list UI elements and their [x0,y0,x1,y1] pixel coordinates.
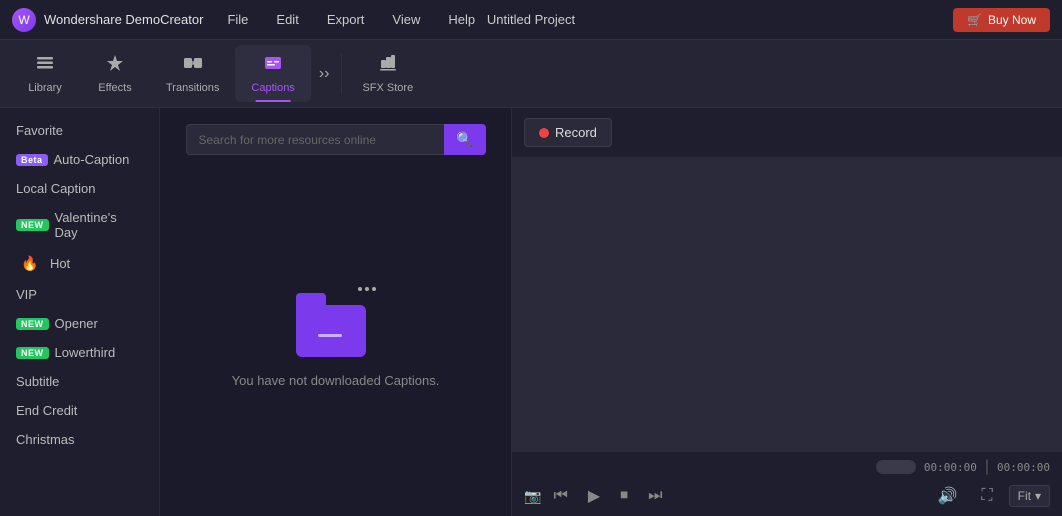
app-logo: W Wondershare DemoCreator [12,8,203,32]
empty-state-message: You have not downloaded Captions. [232,373,440,388]
controls-row: 📷 ⏮ ▶ ⏹ ⏭ 🔊 ⛶ Fit ▾ [524,482,1050,510]
sidebar-item-subtitle[interactable]: Subtitle [0,367,159,396]
vip-label: VIP [16,287,37,302]
time-total: 00:00:00 [997,461,1050,474]
menu-bar: W Wondershare DemoCreator File Edit Expo… [0,0,1062,40]
search-button[interactable]: 🔍 [444,124,485,155]
effects-icon [105,53,125,78]
sidebar-item-auto-caption[interactable]: Beta Auto-Caption [0,145,159,174]
preview-toolbar: Record [512,108,1062,158]
transitions-tab-label: Transitions [166,82,219,94]
preview-panel: Record 00:00:00 | 00:00:00 📷 ⏮ ▶ ⏹ ⏭ [512,108,1062,516]
captions-tab-label: Captions [251,82,294,94]
app-name: Wondershare DemoCreator [44,12,203,27]
menu-view[interactable]: View [388,10,424,29]
search-input[interactable] [186,124,445,155]
preview-controls: 00:00:00 | 00:00:00 📷 ⏮ ▶ ⏹ ⏭ 🔊 ⛶ Fit [512,451,1062,516]
library-icon [35,53,55,78]
record-button[interactable]: Record [524,118,612,147]
auto-caption-label: Auto-Caption [54,152,130,167]
folder-minus [318,334,342,337]
tab-sfx-store[interactable]: SFX Store [346,45,429,102]
folder-tab [296,293,326,305]
christmas-label: Christmas [16,432,75,447]
transitions-icon [183,53,203,78]
center-panel: 🔍 You have not downloaded Captions. [160,108,512,516]
tab-captions[interactable]: Captions [235,45,310,102]
toolbar-divider [341,54,342,94]
buy-now-label: Buy Now [988,13,1036,27]
sidebar-item-local-caption[interactable]: Local Caption [0,174,159,203]
fullscreen-button[interactable]: ⛶ [973,483,1000,509]
local-caption-label: Local Caption [16,181,96,196]
sidebar-item-end-credit[interactable]: End Credit [0,396,159,425]
menu-edit[interactable]: Edit [272,10,302,29]
stop-button[interactable]: ⏹ [612,483,636,509]
sidebar-item-hot[interactable]: 🔥 Hot [0,247,159,280]
fit-select[interactable]: Fit ▾ [1009,485,1050,507]
folder-body [296,305,366,357]
search-bar: 🔍 [186,124,486,155]
sfx-icon [378,53,398,78]
folder-dots [358,287,376,291]
tab-effects[interactable]: Effects [80,45,150,102]
valentines-day-label: Valentine's Day [55,210,144,240]
sidebar-item-vip[interactable]: VIP [0,280,159,309]
toolbar: Library Effects Transitions [0,40,1062,108]
new-badge-lowerthird: NEW [16,347,49,359]
preview-area [512,158,1062,451]
volume-button[interactable]: 🔊 [930,482,966,510]
controls-left: 📷 ⏮ ▶ ⏹ ⏭ [524,482,671,510]
opener-label: Opener [55,316,98,331]
record-dot-icon [539,128,549,138]
time-separator: | [985,458,989,476]
project-title: Untitled Project [487,12,575,27]
captions-icon [263,53,283,78]
cart-icon: 🛒 [967,13,982,27]
sidebar-item-favorite[interactable]: Favorite [0,116,159,145]
end-credit-label: End Credit [16,403,77,418]
menu-file[interactable]: File [223,10,252,29]
menu-export[interactable]: Export [323,10,369,29]
record-label: Record [555,125,597,140]
chevron-down-icon: ▾ [1035,489,1041,503]
hot-label: Hot [50,256,70,271]
lowerthird-label: Lowerthird [55,345,116,360]
sidebar-item-opener[interactable]: NEW Opener [0,309,159,338]
main-content: Favorite Beta Auto-Caption Local Caption… [0,108,1062,516]
logo-icon: W [12,8,36,32]
progress-oval [876,460,916,474]
skip-back-button[interactable]: ⏮ [545,483,575,509]
screenshot-button[interactable]: 📷 [524,488,541,505]
tab-library[interactable]: Library [10,45,80,102]
time-bar: 00:00:00 | 00:00:00 [524,458,1050,476]
hot-badge: 🔥 [16,254,44,273]
tab-transitions[interactable]: Transitions [150,45,235,102]
empty-folder-icon [296,287,376,357]
fit-label: Fit [1018,489,1031,503]
new-badge-opener: NEW [16,318,49,330]
sidebar-item-valentines-day[interactable]: NEW Valentine's Day [0,203,159,247]
sidebar-item-lowerthird[interactable]: NEW Lowerthird [0,338,159,367]
sfx-tab-label: SFX Store [362,82,413,94]
sidebar-item-christmas[interactable]: Christmas [0,425,159,454]
effects-tab-label: Effects [98,82,131,94]
new-badge-valentines: NEW [16,219,49,231]
beta-badge: Beta [16,154,48,166]
play-button[interactable]: ▶ [580,482,608,510]
search-icon: 🔍 [456,131,473,147]
empty-state: You have not downloaded Captions. [232,175,440,500]
menu-items: File Edit Export View Help [223,10,953,29]
sidebar: Favorite Beta Auto-Caption Local Caption… [0,108,160,516]
buy-now-button[interactable]: 🛒 Buy Now [953,8,1050,32]
skip-forward-button[interactable]: ⏭ [640,483,670,509]
more-tabs-button[interactable]: ›› [311,57,338,91]
time-current: 00:00:00 [924,461,977,474]
menu-help[interactable]: Help [444,10,479,29]
controls-right: 🔊 ⛶ Fit ▾ [930,482,1051,510]
favorite-label: Favorite [16,123,63,138]
library-tab-label: Library [28,82,62,94]
subtitle-label: Subtitle [16,374,59,389]
